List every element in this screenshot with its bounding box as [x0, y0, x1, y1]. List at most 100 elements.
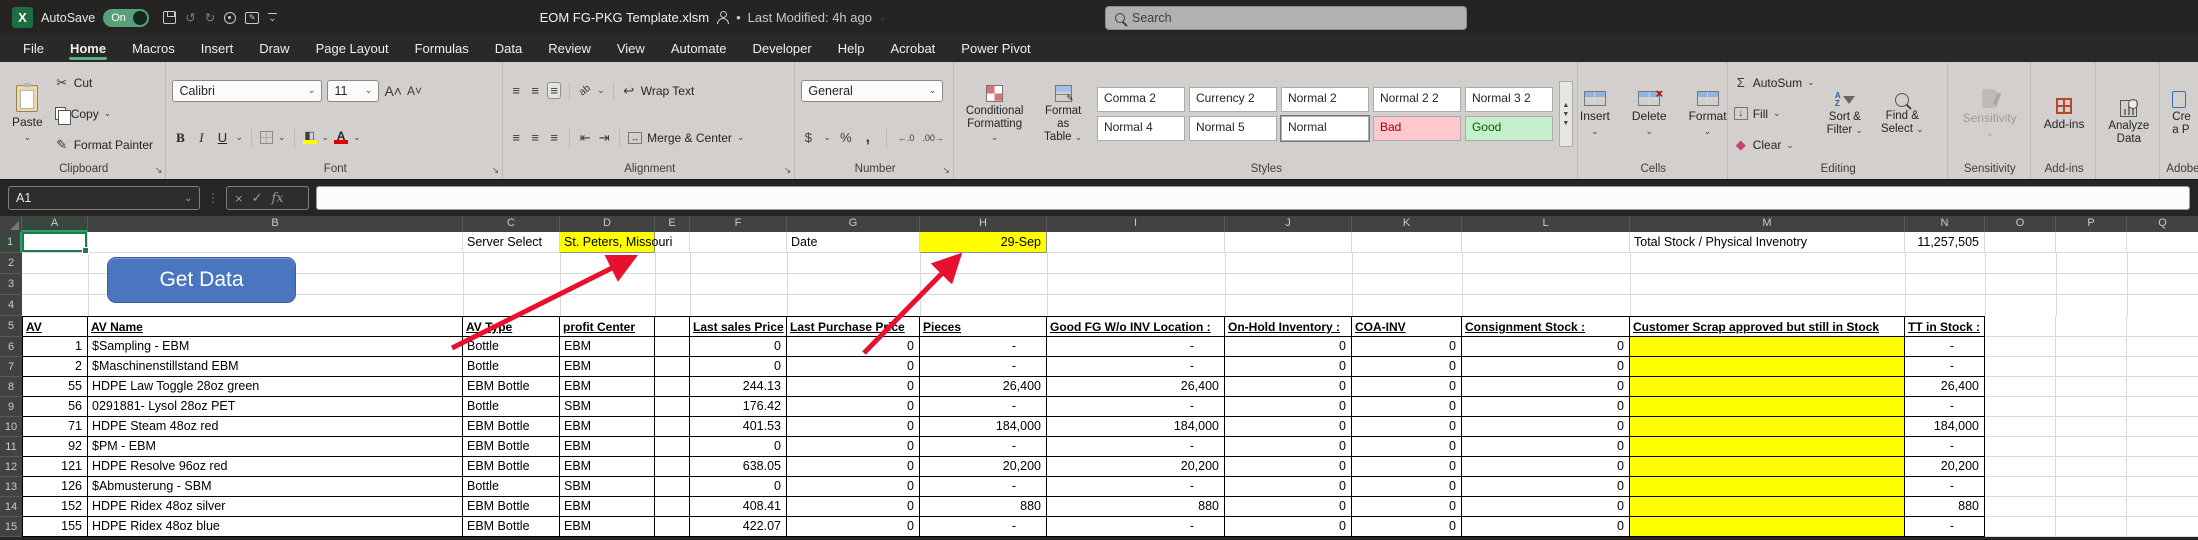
- underline-button[interactable]: U: [214, 130, 230, 145]
- cell-total-stock-value[interactable]: 11,257,505: [1905, 232, 1985, 253]
- row-number[interactable]: 13: [0, 477, 22, 497]
- cell-av[interactable]: 1: [22, 337, 88, 357]
- cell-good-fg[interactable]: 26,400: [1047, 377, 1225, 397]
- cell-good-fg[interactable]: -: [1047, 477, 1225, 497]
- clear-button[interactable]: ◆ Clear ⌄: [1734, 134, 1815, 156]
- cell-good-fg[interactable]: 20,200: [1047, 457, 1225, 477]
- merge-center-button[interactable]: ↔ Merge & Center ⌄: [628, 127, 744, 149]
- cell-server-value-highlight[interactable]: St. Peters, Missouri: [560, 232, 655, 253]
- column-header[interactable]: B: [88, 216, 463, 232]
- row-number[interactable]: 2: [0, 253, 22, 274]
- cells-opq-empty[interactable]: [1985, 232, 2198, 253]
- cell-empty[interactable]: [655, 517, 690, 537]
- cell-last-purchase-price[interactable]: 0: [787, 337, 920, 357]
- style-gallery-item[interactable]: Normal 4: [1097, 116, 1185, 141]
- cell-coa-inv[interactable]: 0: [1352, 477, 1462, 497]
- cell-profit-center[interactable]: EBM: [560, 517, 655, 537]
- font-size-select[interactable]: 11⌄: [327, 80, 379, 102]
- cell-consignment[interactable]: 0: [1462, 517, 1630, 537]
- column-header[interactable]: A: [22, 216, 88, 232]
- cell-scrap-highlight[interactable]: [1630, 337, 1905, 357]
- row-number[interactable]: 8: [0, 377, 22, 397]
- column-header[interactable]: J: [1225, 216, 1352, 232]
- cell-last-sales-price[interactable]: 244.13: [690, 377, 787, 397]
- cell-av-type[interactable]: EBM Bottle: [463, 517, 560, 537]
- cell-profit-center[interactable]: EBM: [560, 337, 655, 357]
- cell-profit-center[interactable]: EBM: [560, 497, 655, 517]
- cell-total-stock-label[interactable]: Total Stock / Physical Invenotry: [1630, 232, 1905, 253]
- cell-good-fg[interactable]: -: [1047, 517, 1225, 537]
- cut-button[interactable]: ✂ Cut: [55, 72, 153, 94]
- get-data-button[interactable]: Get Data: [107, 257, 296, 303]
- cell-profit-center[interactable]: EBM: [560, 437, 655, 457]
- cell-last-sales-price[interactable]: 422.07: [690, 517, 787, 537]
- menu-tab[interactable]: Help: [825, 35, 878, 62]
- cell-av-type[interactable]: EBM Bottle: [463, 417, 560, 437]
- cell-consignment[interactable]: 0: [1462, 477, 1630, 497]
- cell-last-sales-price[interactable]: 0: [690, 437, 787, 457]
- cell-av[interactable]: 126: [22, 477, 88, 497]
- borders-icon[interactable]: [260, 131, 273, 144]
- gallery-up-icon[interactable]: ▲: [1562, 102, 1569, 109]
- enter-check-icon[interactable]: ✓: [252, 190, 263, 206]
- autosum-button[interactable]: Σ AutoSum ⌄: [1734, 72, 1815, 94]
- header-tt-in-stock[interactable]: TT in Stock :: [1905, 316, 1985, 337]
- autosave-toggle[interactable]: On: [103, 9, 149, 27]
- style-gallery-item[interactable]: Currency 2: [1189, 87, 1277, 112]
- cell-av[interactable]: 55: [22, 377, 88, 397]
- cell-last-sales-price[interactable]: 0: [690, 337, 787, 357]
- cell-good-fg[interactable]: -: [1047, 397, 1225, 417]
- gallery-scroll[interactable]: ▲ ▼ ▼: [1559, 81, 1573, 147]
- cell-last-sales-price[interactable]: 0: [690, 357, 787, 377]
- cell-coa-inv[interactable]: 0: [1352, 437, 1462, 457]
- cell-last-purchase-price[interactable]: 0: [787, 397, 920, 417]
- cell-profit-center[interactable]: EBM: [560, 357, 655, 377]
- cell[interactable]: [1462, 232, 1630, 253]
- shrink-font-icon[interactable]: A˅: [407, 84, 422, 98]
- menu-tab[interactable]: Data: [482, 35, 535, 62]
- cell-av-name[interactable]: HDPE Ridex 48oz blue: [88, 517, 463, 537]
- cell-coa-inv[interactable]: 0: [1352, 357, 1462, 377]
- sort-filter-button[interactable]: AZ Sort & Filter ⌄: [1821, 67, 1869, 161]
- menu-tab[interactable]: View: [604, 35, 658, 62]
- cell-on-hold[interactable]: 0: [1225, 337, 1352, 357]
- align-middle-icon[interactable]: ≡: [528, 83, 542, 98]
- cell-empty[interactable]: [655, 417, 690, 437]
- cell-scrap-highlight[interactable]: [1630, 417, 1905, 437]
- header-av[interactable]: AV: [22, 316, 88, 337]
- menu-tab[interactable]: Acrobat: [877, 35, 948, 62]
- create-pdf-button[interactable]: Cre a P: [2166, 67, 2194, 161]
- header-pieces[interactable]: Pieces: [920, 316, 1047, 337]
- cell-on-hold[interactable]: 0: [1225, 517, 1352, 537]
- cells-opq-empty[interactable]: [1985, 377, 2198, 397]
- cell-av[interactable]: 152: [22, 497, 88, 517]
- dialog-launcher-icon[interactable]: ↘: [942, 165, 950, 176]
- cell-pieces[interactable]: -: [920, 337, 1047, 357]
- insert-function-icon[interactable]: fx: [272, 191, 284, 206]
- cell-scrap-highlight[interactable]: [1630, 517, 1905, 537]
- header-coa-inv[interactable]: COA-INV: [1352, 316, 1462, 337]
- cell-tt-in-stock[interactable]: 880: [1905, 497, 1985, 517]
- cell-last-sales-price[interactable]: 0: [690, 477, 787, 497]
- number-format-select[interactable]: General⌄: [801, 80, 943, 102]
- chevron-down-icon[interactable]: ⌄: [823, 132, 831, 143]
- cell-on-hold[interactable]: 0: [1225, 357, 1352, 377]
- row-number[interactable]: 5: [0, 316, 22, 337]
- cell-pieces[interactable]: -: [920, 357, 1047, 377]
- column-header[interactable]: C: [463, 216, 560, 232]
- cell-tt-in-stock[interactable]: 20,200: [1905, 457, 1985, 477]
- align-left-icon[interactable]: ≡: [509, 130, 523, 145]
- cell-av-name[interactable]: HDPE Law Toggle 28oz green: [88, 377, 463, 397]
- cells-opq-empty[interactable]: [1985, 497, 2198, 517]
- cell-last-purchase-price[interactable]: 0: [787, 417, 920, 437]
- align-center-icon[interactable]: ≡: [528, 130, 542, 145]
- cell-date-value-highlight[interactable]: 29-Sep: [920, 232, 1047, 253]
- grow-font-icon[interactable]: A˄: [384, 83, 402, 99]
- formula-input[interactable]: [317, 187, 2189, 209]
- decrease-decimal-icon[interactable]: .00→: [922, 133, 944, 143]
- cell-last-purchase-price[interactable]: 0: [787, 377, 920, 397]
- cell-consignment[interactable]: 0: [1462, 457, 1630, 477]
- cells-opq-empty[interactable]: [1985, 457, 2198, 477]
- cell-last-sales-price[interactable]: 408.41: [690, 497, 787, 517]
- row-number[interactable]: 14: [0, 497, 22, 517]
